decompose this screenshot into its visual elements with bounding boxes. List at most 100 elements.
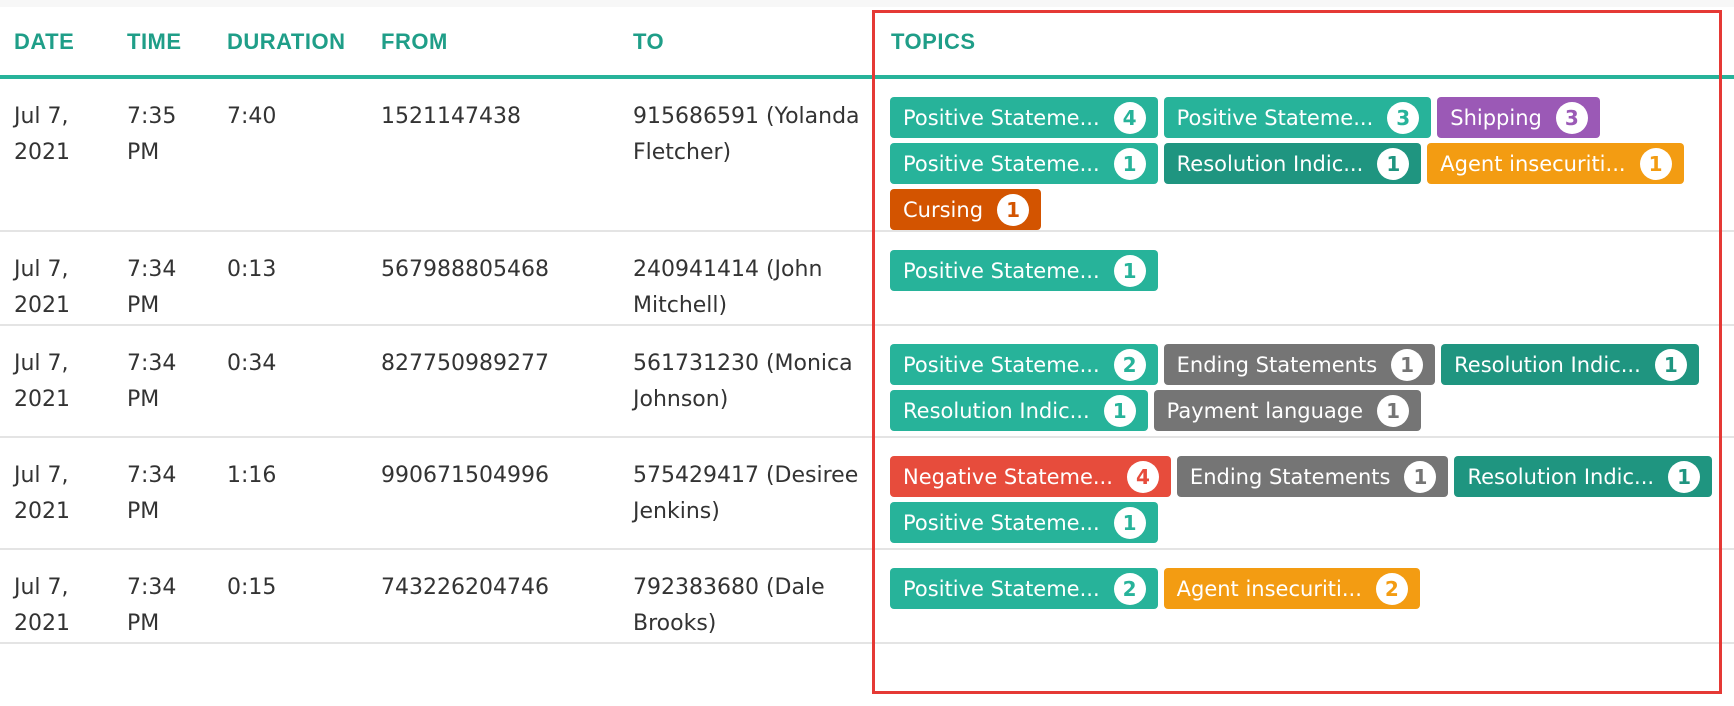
topic-count-badge: 2	[1113, 348, 1146, 381]
column-header-duration[interactable]: DURATION	[227, 29, 345, 55]
topic-label: Resolution Indic...	[1454, 352, 1641, 377]
topic-label: Cursing	[903, 197, 984, 222]
column-header-topics[interactable]: TOPICS	[891, 29, 976, 55]
topic-label: Ending Statements	[1176, 352, 1378, 377]
topic-chip[interactable]: Cursing 1	[890, 189, 1042, 230]
topic-chip[interactable]: Resolution Indic... 1	[1454, 456, 1713, 497]
table-row[interactable]: Jul 7, 2021 7:34 PM 0:15 743226204746 792383…	[0, 550, 1734, 644]
topic-chip[interactable]: Positive Stateme... 4	[890, 97, 1158, 138]
top-strip	[0, 0, 1734, 7]
topic-chip[interactable]: Payment language 1	[1153, 390, 1422, 431]
topic-chip[interactable]: Positive Stateme... 2	[890, 344, 1158, 385]
cell-date: Jul 7, 2021	[14, 575, 70, 636]
topic-chip[interactable]: Positive Stateme... 1	[890, 502, 1158, 543]
topic-label: Agent insecuriti...	[1176, 576, 1362, 601]
topic-chip[interactable]: Negative Stateme... 4	[890, 456, 1171, 497]
topic-count-badge: 1	[1377, 147, 1410, 180]
topic-chip[interactable]: Resolution Indic... 1	[890, 390, 1148, 431]
cell-to: 561731230 (Monica Johnson)	[633, 351, 853, 412]
cell-to: 575429417 (Desiree Jenkins)	[633, 463, 859, 524]
topic-count-badge: 4	[1113, 101, 1146, 134]
table-header: DATE TIME DURATION FROM TO TOPICS	[0, 7, 1734, 79]
topic-label: Agent insecuriti...	[1440, 151, 1626, 176]
cell-to: 915686591 (Yolanda Fletcher)	[633, 104, 860, 165]
topic-count-badge: 1	[1113, 147, 1146, 180]
topic-label: Positive Stateme...	[903, 352, 1100, 377]
cell-topics: Positive Stateme... 2 Ending Statements 1 Re…	[890, 344, 1730, 431]
cell-time: 7:34 PM	[127, 463, 177, 524]
column-header-to[interactable]: TO	[633, 29, 664, 55]
topic-chip[interactable]: Agent insecuriti... 2	[1163, 568, 1420, 609]
topic-count-badge: 3	[1555, 101, 1588, 134]
topic-count-badge: 3	[1387, 101, 1420, 134]
cell-to: 240941414 (John Mitchell)	[633, 257, 823, 318]
topic-chip[interactable]: Shipping 3	[1437, 97, 1600, 138]
cell-from: 743226204746	[381, 575, 549, 600]
topic-chip[interactable]: Positive Stateme... 3	[1163, 97, 1432, 138]
cell-duration: 7:40	[227, 104, 277, 129]
topic-count-badge: 1	[1654, 348, 1687, 381]
column-header-time[interactable]: TIME	[127, 29, 182, 55]
topic-chip[interactable]: Ending Statements 1	[1163, 344, 1436, 385]
cell-from: 567988805468	[381, 257, 549, 282]
table-row[interactable]: Jul 7, 2021 7:34 PM 0:13 567988805468 240941…	[0, 232, 1734, 326]
topic-count-badge: 1	[1113, 506, 1146, 539]
topic-count-badge: 1	[1391, 348, 1424, 381]
topic-count-badge: 1	[1639, 147, 1672, 180]
topic-chip[interactable]: Positive Stateme... 2	[890, 568, 1158, 609]
topic-count-badge: 1	[1404, 460, 1437, 493]
cell-topics: Positive Stateme... 1	[890, 250, 1730, 291]
topic-chip[interactable]: Positive Stateme... 1	[890, 250, 1158, 291]
topic-chip[interactable]: Resolution Indic... 1	[1163, 143, 1422, 184]
topic-count-badge: 1	[997, 193, 1030, 226]
topic-chip[interactable]: Agent insecuriti... 1	[1427, 143, 1684, 184]
topic-label: Positive Stateme...	[903, 576, 1100, 601]
topic-label: Positive Stateme...	[903, 151, 1100, 176]
topic-count-badge: 1	[1113, 254, 1146, 287]
cell-from: 827750989277	[381, 351, 549, 376]
calls-table: DATE TIME DURATION FROM TO TOPICS Jul 7,…	[0, 7, 1734, 644]
topic-count-badge: 1	[1668, 460, 1701, 493]
cell-duration: 0:34	[227, 351, 277, 376]
cell-duration: 1:16	[227, 463, 277, 488]
table-row[interactable]: Jul 7, 2021 7:34 PM 1:16 990671504996 575429…	[0, 438, 1734, 550]
topic-chip[interactable]: Ending Statements 1	[1176, 456, 1449, 497]
topic-chip[interactable]: Positive Stateme... 1	[890, 143, 1158, 184]
topic-label: Payment language	[1166, 398, 1364, 423]
topic-label: Positive Stateme...	[903, 105, 1100, 130]
topic-count-badge: 2	[1113, 572, 1146, 605]
topic-label: Positive Stateme...	[903, 510, 1100, 535]
cell-from: 990671504996	[381, 463, 549, 488]
cell-from: 1521147438	[381, 104, 521, 129]
column-header-from[interactable]: FROM	[381, 29, 448, 55]
table-row[interactable]: Jul 7, 2021 7:35 PM 7:40 1521147438 91568659…	[0, 79, 1734, 232]
topic-label: Resolution Indic...	[903, 398, 1090, 423]
topic-label: Negative Stateme...	[903, 464, 1113, 489]
topic-count-badge: 2	[1375, 572, 1408, 605]
table-row[interactable]: Jul 7, 2021 7:34 PM 0:34 827750989277 561731…	[0, 326, 1734, 438]
topic-label: Resolution Indic...	[1176, 151, 1364, 176]
cell-time: 7:34 PM	[127, 257, 177, 318]
cell-date: Jul 7, 2021	[14, 463, 70, 524]
topic-count-badge: 1	[1377, 394, 1410, 427]
cell-duration: 0:13	[227, 257, 277, 282]
cell-topics: Positive Stateme... 4 Positive Stateme... 3…	[890, 97, 1730, 230]
topic-label: Ending Statements	[1189, 464, 1391, 489]
cell-topics: Negative Stateme... 4 Ending Statements 1 Re…	[890, 456, 1730, 543]
cell-date: Jul 7, 2021	[14, 351, 70, 412]
cell-to: 792383680 (Dale Brooks)	[633, 575, 825, 636]
topic-label: Shipping	[1450, 105, 1542, 130]
cell-time: 7:34 PM	[127, 351, 177, 412]
cell-date: Jul 7, 2021	[14, 257, 70, 318]
topic-label: Positive Stateme...	[1176, 105, 1374, 130]
topic-count-badge: 4	[1126, 460, 1159, 493]
table-body: Jul 7, 2021 7:35 PM 7:40 1521147438 91568659…	[0, 79, 1734, 644]
cell-time: 7:35 PM	[127, 104, 177, 165]
column-header-date[interactable]: DATE	[14, 29, 74, 55]
topic-chip[interactable]: Resolution Indic... 1	[1441, 344, 1699, 385]
cell-date: Jul 7, 2021	[14, 104, 70, 165]
topic-label: Resolution Indic...	[1467, 464, 1655, 489]
cell-topics: Positive Stateme... 2 Agent insecuriti... 2	[890, 568, 1730, 609]
topic-label: Positive Stateme...	[903, 258, 1100, 283]
cell-time: 7:34 PM	[127, 575, 177, 636]
